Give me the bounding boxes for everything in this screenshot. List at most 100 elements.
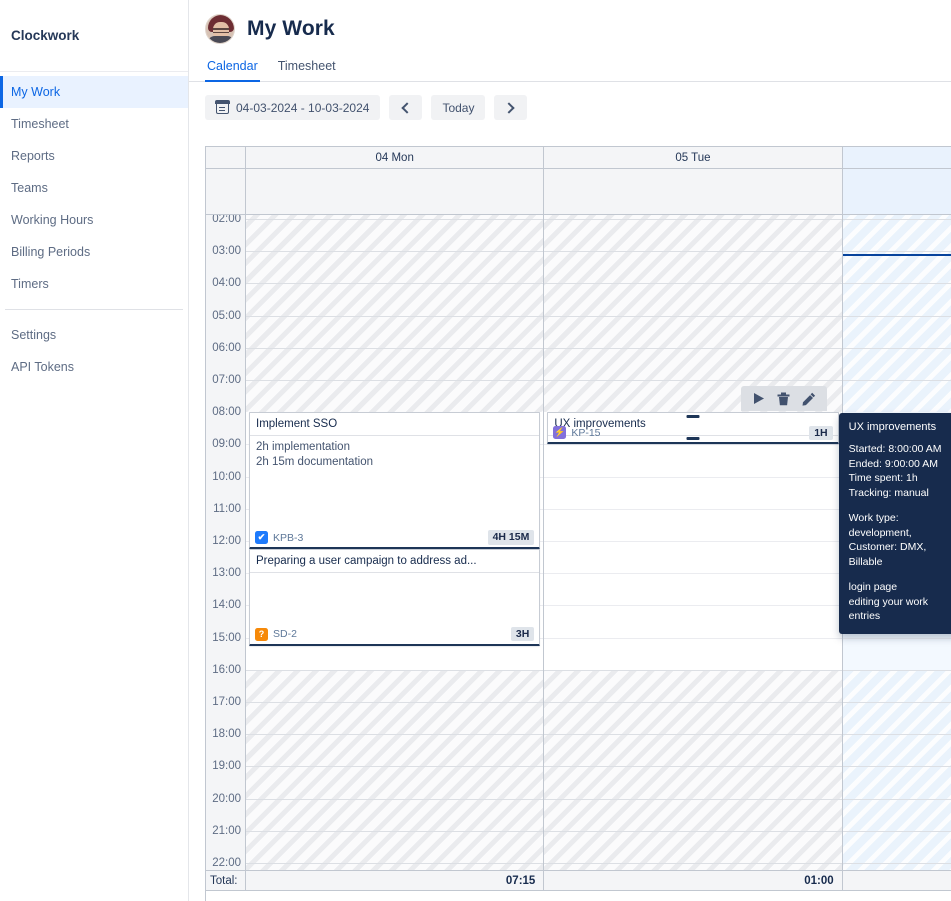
event-issue-key[interactable]: KP-15 bbox=[571, 427, 600, 439]
total-value: 07:15 bbox=[506, 875, 535, 887]
sidebar-item-label: API Tokens bbox=[11, 360, 74, 374]
day-header-wed[interactable]: 06 Wed bbox=[843, 147, 951, 168]
hour-label: 10:00 bbox=[212, 471, 241, 483]
sidebar-item-reports[interactable]: Reports bbox=[0, 140, 188, 172]
question-icon: ? bbox=[255, 628, 268, 641]
all-day-cell-mon[interactable] bbox=[246, 169, 544, 214]
date-range-picker[interactable]: 04-03-2024 - 10-03-2024 bbox=[205, 95, 380, 120]
date-range-label: 04-03-2024 - 10-03-2024 bbox=[236, 101, 369, 115]
sidebar-item-timers[interactable]: Timers bbox=[0, 268, 188, 300]
tooltip-work-type: Work type: development, bbox=[849, 511, 951, 540]
prev-week-button[interactable] bbox=[389, 95, 422, 120]
tab-calendar[interactable]: Calendar bbox=[205, 59, 260, 81]
event-title: Preparing a user campaign to address ad.… bbox=[250, 550, 539, 573]
calendar-event[interactable]: UX improvements⚡KP-151H bbox=[547, 412, 838, 444]
tab-timesheet[interactable]: Timesheet bbox=[276, 59, 338, 81]
tab-bar: Calendar Timesheet bbox=[189, 59, 951, 82]
hour-gridline bbox=[544, 702, 841, 703]
hour-label: 15:00 bbox=[212, 632, 241, 644]
total-label: Total: bbox=[210, 875, 238, 887]
hour-label: 11:00 bbox=[213, 503, 241, 515]
tab-label: Timesheet bbox=[278, 59, 336, 73]
event-issue-key[interactable]: SD-2 bbox=[273, 628, 297, 640]
hour-gridline bbox=[843, 863, 951, 864]
event-tooltip: UX improvements Started: 8:00:00 AM Ende… bbox=[839, 413, 951, 634]
next-week-button[interactable] bbox=[494, 95, 527, 120]
sidebar-item-billing-periods[interactable]: Billing Periods bbox=[0, 236, 188, 268]
sidebar-item-timesheet[interactable]: Timesheet bbox=[0, 108, 188, 140]
sidebar-item-api-tokens[interactable]: API Tokens bbox=[0, 351, 188, 383]
play-icon[interactable] bbox=[752, 392, 765, 405]
hour-gridline bbox=[246, 219, 543, 220]
tooltip-customer: Customer: DMX, Billable bbox=[849, 540, 951, 569]
day-header-label: 05 Tue bbox=[675, 152, 710, 164]
all-day-row bbox=[206, 169, 951, 215]
sidebar-item-label: Timesheet bbox=[11, 117, 69, 131]
event-description: 2h implementation 2h 15m documentation bbox=[250, 436, 539, 470]
total-tue: 01:00 bbox=[544, 871, 842, 890]
total-value: 01:00 bbox=[804, 875, 833, 887]
event-issue-key[interactable]: KPB-3 bbox=[273, 532, 303, 544]
calendar-day-header-row: 04 Mon 05 Tue 06 Wed bbox=[206, 147, 951, 169]
hour-label: 08:00 bbox=[212, 406, 241, 418]
hour-label: 14:00 bbox=[212, 599, 241, 611]
day-column-mon[interactable]: Implement SSO2h implementation 2h 15m do… bbox=[246, 215, 544, 870]
hour-label: 19:00 bbox=[212, 760, 241, 772]
chevron-left-icon bbox=[402, 102, 413, 113]
event-duration: 4H 15M bbox=[488, 530, 535, 545]
all-day-cell-tue[interactable] bbox=[544, 169, 842, 214]
day-header-mon[interactable]: 04 Mon bbox=[246, 147, 544, 168]
app-brand: Clockwork bbox=[0, 0, 188, 72]
calendar-event[interactable]: Preparing a user campaign to address ad.… bbox=[249, 549, 540, 646]
sidebar-item-label: My Work bbox=[11, 85, 60, 99]
band-gridline bbox=[843, 638, 951, 639]
hour-gridline bbox=[843, 219, 951, 220]
app-root: Clockwork My Work Timesheet Reports Team… bbox=[0, 0, 951, 901]
band-gridline bbox=[544, 444, 841, 445]
day-header-label: 04 Mon bbox=[375, 152, 413, 164]
hour-label: 09:00 bbox=[212, 438, 241, 450]
band-gridline bbox=[544, 541, 841, 542]
calendar-event[interactable]: Implement SSO2h implementation 2h 15m do… bbox=[249, 412, 540, 549]
hour-gridline bbox=[246, 799, 543, 800]
tooltip-spacer bbox=[849, 500, 951, 511]
sidebar-item-teams[interactable]: Teams bbox=[0, 172, 188, 204]
hour-gridline bbox=[246, 670, 543, 671]
sidebar-item-label: Timers bbox=[11, 277, 49, 291]
event-resize-handle-top[interactable] bbox=[686, 415, 699, 418]
hour-gridline bbox=[544, 863, 841, 864]
pencil-icon[interactable] bbox=[802, 392, 816, 406]
working-hours-band[interactable] bbox=[544, 412, 841, 670]
hour-label: 12:00 bbox=[212, 535, 241, 547]
sidebar-item-label: Billing Periods bbox=[11, 245, 90, 259]
sidebar-item-working-hours[interactable]: Working Hours bbox=[0, 204, 188, 236]
current-time-indicator bbox=[843, 254, 951, 256]
day-column-tue[interactable]: UX improvements⚡KP-151H bbox=[544, 215, 842, 870]
hour-label: 22:00 bbox=[212, 857, 241, 869]
band-gridline bbox=[544, 605, 841, 606]
avatar[interactable] bbox=[205, 14, 235, 44]
tooltip-tracking: Tracking: manual bbox=[849, 486, 951, 501]
hour-gridline bbox=[544, 380, 841, 381]
avatar-glasses bbox=[213, 28, 229, 33]
day-header-tue[interactable]: 05 Tue bbox=[544, 147, 842, 168]
total-label-cell: Total: bbox=[206, 871, 246, 890]
sidebar-item-my-work[interactable]: My Work bbox=[0, 76, 188, 108]
all-day-cell-wed[interactable] bbox=[843, 169, 951, 214]
hour-gridline bbox=[843, 316, 951, 317]
hour-gridline bbox=[246, 283, 543, 284]
trash-icon[interactable] bbox=[777, 392, 790, 406]
today-button[interactable]: Today bbox=[431, 95, 485, 120]
hour-gridline bbox=[544, 348, 841, 349]
tooltip-spacer-2 bbox=[849, 569, 951, 580]
tooltip-started: Started: 8:00:00 AM bbox=[849, 442, 951, 457]
hour-gridline bbox=[246, 831, 543, 832]
sidebar-item-label: Working Hours bbox=[11, 213, 93, 227]
sidebar-divider bbox=[5, 309, 183, 310]
tooltip-ended: Ended: 9:00:00 AM bbox=[849, 457, 951, 472]
event-duration: 1H bbox=[809, 426, 832, 441]
sidebar-item-settings[interactable]: Settings bbox=[0, 319, 188, 351]
total-wed bbox=[843, 871, 951, 890]
event-resize-handle-bot[interactable] bbox=[686, 437, 699, 440]
tooltip-note-1: login page bbox=[849, 580, 951, 595]
